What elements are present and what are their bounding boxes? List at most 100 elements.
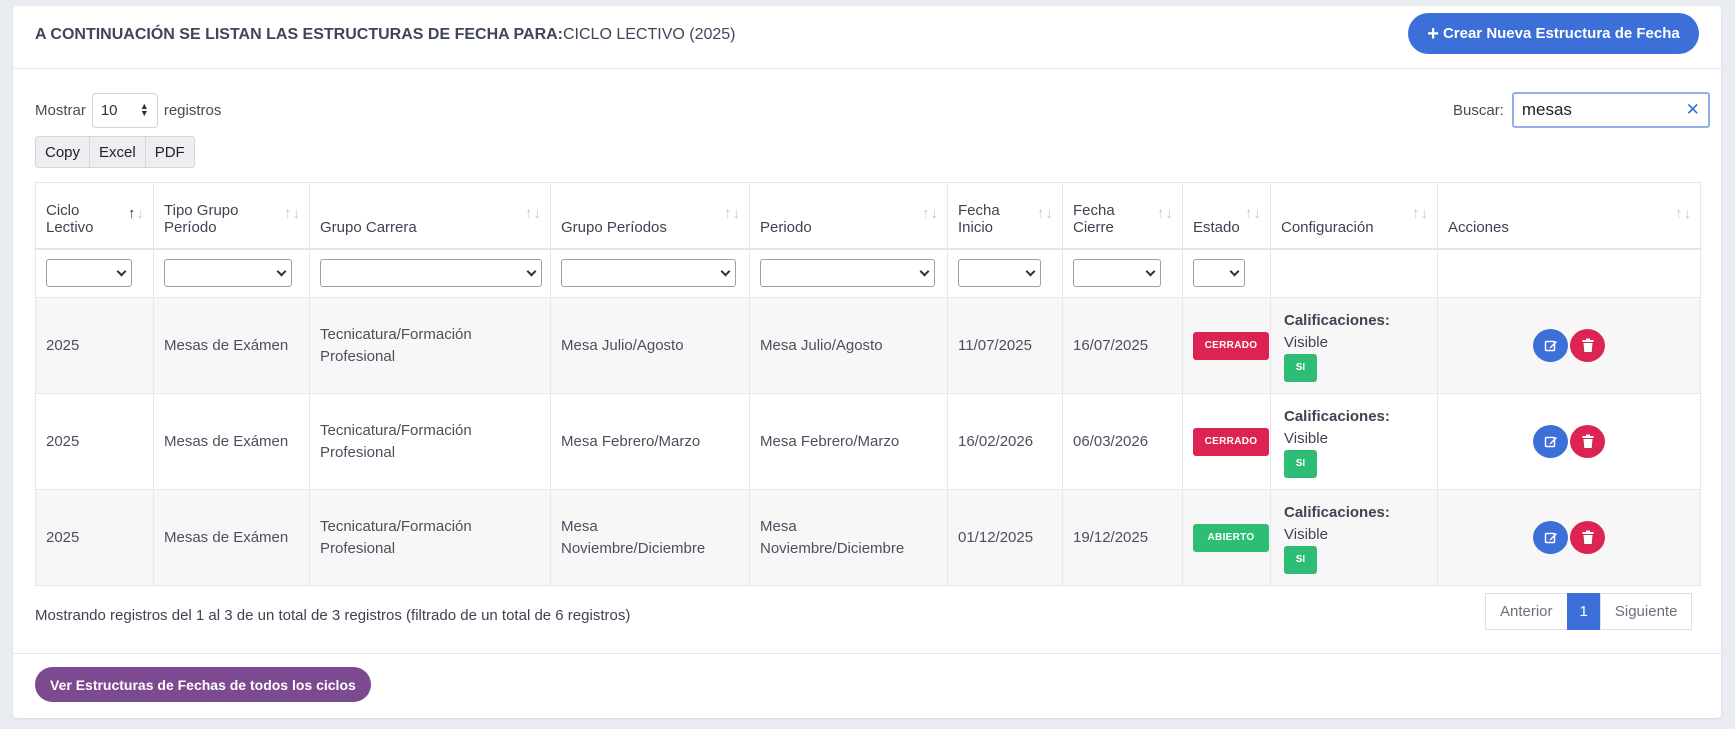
pagination-next[interactable]: Siguiente xyxy=(1599,593,1693,630)
card-footer: Ver Estructuras de Fechas de todos los c… xyxy=(13,653,1721,718)
cell-fecha-cierre: 19/12/2025 xyxy=(1062,489,1183,586)
cell-fecha-inicio: 16/02/2026 xyxy=(947,393,1063,490)
column-label: Ciclo Lectivo xyxy=(46,201,94,236)
col-configuracion[interactable]: Configuración ↑↓ xyxy=(1270,182,1438,250)
col-grupo-carrera[interactable]: Grupo Carrera ↑↓ xyxy=(309,182,551,250)
filter-cierre-select[interactable] xyxy=(1073,259,1161,288)
pagination-page-1[interactable]: 1 xyxy=(1566,593,1601,630)
sort-icon: ↑↓ xyxy=(284,205,301,222)
chevron-down-icon xyxy=(276,266,287,277)
filter-carrera-select[interactable] xyxy=(320,259,542,288)
excel-button[interactable]: Excel xyxy=(89,136,146,168)
search-input[interactable]: mesas ✕ xyxy=(1511,92,1710,128)
config-sub: Visible xyxy=(1284,525,1328,543)
chevron-down-icon xyxy=(1025,266,1036,277)
chevron-down-icon xyxy=(116,266,127,277)
updown-icon: ▲ ▼ xyxy=(139,101,149,118)
row-actions xyxy=(1448,521,1690,554)
structures-card: A CONTINUACIÓN SE LISTAN LAS ESTRUCTURAS… xyxy=(13,6,1721,718)
search-value: mesas xyxy=(1521,100,1572,119)
cell-configuracion: Calificaciones: Visible SI xyxy=(1270,297,1438,394)
cell-tipo: Mesas de Exámen xyxy=(153,393,310,490)
plus-icon: + xyxy=(1427,22,1439,45)
delete-button[interactable] xyxy=(1570,425,1605,458)
filter-cell xyxy=(749,248,948,298)
filter-grupo-periodos-select[interactable] xyxy=(561,259,736,288)
filter-cell xyxy=(1437,248,1701,298)
col-tipo-grupo-periodo[interactable]: Tipo Grupo Período ↑↓ xyxy=(153,182,310,250)
cell-carrera: Tecnicatura/Formación Profesional xyxy=(309,393,551,490)
page-length-control: Mostrar 10 ▲ ▼ registros xyxy=(35,92,221,128)
table-row: 2025 Mesas de Exámen Tecnicatura/Formación… xyxy=(35,489,1701,586)
status-badge: CERRADO xyxy=(1193,427,1269,456)
filter-periodo-select[interactable] xyxy=(760,259,935,288)
delete-button[interactable] xyxy=(1570,329,1605,362)
config-badge: SI xyxy=(1284,449,1317,478)
cell-fecha-inicio: 01/12/2025 xyxy=(947,489,1063,586)
col-periodo[interactable]: Periodo ↑↓ xyxy=(749,182,948,250)
col-fecha-cierre[interactable]: Fecha Cierre ↑↓ xyxy=(1062,182,1183,250)
sort-icon: ↑↓ xyxy=(128,205,145,222)
pagination: Anterior 1 Siguiente xyxy=(1485,593,1693,630)
sort-icon: ↑↓ xyxy=(1412,205,1429,222)
filter-row xyxy=(35,248,1701,298)
config-title: Calificaciones: xyxy=(1284,503,1390,521)
all-cycles-button[interactable]: Ver Estructuras de Fechas de todos los c… xyxy=(35,667,371,702)
column-label: Grupo Períodos xyxy=(561,218,667,236)
col-grupo-periodos[interactable]: Grupo Períodos ↑↓ xyxy=(550,182,750,250)
config-title: Calificaciones: xyxy=(1284,311,1390,329)
pdf-button[interactable]: PDF xyxy=(144,136,195,168)
column-label: Grupo Carrera xyxy=(320,218,417,236)
edit-button[interactable] xyxy=(1533,329,1568,362)
cell-periodo: Mesa Febrero/Marzo xyxy=(749,393,948,490)
filter-cell xyxy=(550,248,750,298)
page-title-value: CICLO LECTIVO (2025) xyxy=(563,26,736,43)
trash-icon xyxy=(1582,530,1593,544)
cell-tipo: Mesas de Exámen xyxy=(153,297,310,394)
cell-grupo-periodos: Mesa Julio/Agosto xyxy=(550,297,750,394)
column-label: Periodo xyxy=(760,218,812,236)
filter-estado-select[interactable] xyxy=(1193,259,1245,288)
filter-cell xyxy=(35,248,154,298)
copy-button[interactable]: Copy xyxy=(35,136,91,168)
col-acciones[interactable]: Acciones ↑↓ xyxy=(1437,182,1701,250)
col-fecha-inicio[interactable]: Fecha Inicio ↑↓ xyxy=(947,182,1063,250)
filter-tipo-select[interactable] xyxy=(164,259,292,288)
chevron-down-icon xyxy=(526,266,537,277)
edit-icon xyxy=(1544,532,1557,543)
pagination-prev[interactable]: Anterior xyxy=(1485,593,1568,630)
filter-cell xyxy=(309,248,551,298)
filter-cell xyxy=(1062,248,1183,298)
filter-cell xyxy=(1270,248,1438,298)
edit-button[interactable] xyxy=(1533,521,1568,554)
create-structure-label: Crear Nueva Estructura de Fecha xyxy=(1442,25,1680,42)
col-ciclo-lectivo[interactable]: Ciclo Lectivo ↑↓ xyxy=(35,182,154,250)
col-estado[interactable]: Estado ↑↓ xyxy=(1182,182,1271,250)
cell-ciclo: 2025 xyxy=(35,297,154,394)
cell-carrera: Tecnicatura/Formación Profesional xyxy=(309,489,551,586)
cell-ciclo: 2025 xyxy=(35,393,154,490)
row-actions xyxy=(1448,329,1690,362)
create-structure-button[interactable]: + Crear Nueva Estructura de Fecha xyxy=(1408,13,1699,54)
cell-fecha-cierre: 16/07/2025 xyxy=(1062,297,1183,394)
filter-cell xyxy=(947,248,1063,298)
column-label: Estado xyxy=(1193,218,1240,236)
cell-configuracion: Calificaciones: Visible SI xyxy=(1270,393,1438,490)
column-label: Configuración xyxy=(1281,218,1374,236)
status-badge: CERRADO xyxy=(1193,331,1269,360)
filter-ciclo-select[interactable] xyxy=(46,259,132,288)
cell-grupo-periodos: Mesa Noviembre/Diciembre xyxy=(550,489,750,586)
column-label: Acciones xyxy=(1448,218,1509,236)
cell-grupo-periodos: Mesa Febrero/Marzo xyxy=(550,393,750,490)
filter-inicio-select[interactable] xyxy=(958,259,1041,288)
cell-carrera: Tecnicatura/Formación Profesional xyxy=(309,297,551,394)
edit-button[interactable] xyxy=(1533,425,1568,458)
column-label: Fecha Cierre xyxy=(1073,201,1115,236)
cell-fecha-inicio: 11/07/2025 xyxy=(947,297,1063,394)
page-length-select[interactable]: 10 ▲ ▼ xyxy=(91,92,158,128)
card-header: A CONTINUACIÓN SE LISTAN LAS ESTRUCTURAS… xyxy=(13,6,1721,69)
delete-button[interactable] xyxy=(1570,521,1605,554)
table-body: 2025 Mesas de Exámen Tecnicatura/Formación… xyxy=(35,297,1701,586)
close-icon[interactable]: ✕ xyxy=(1686,100,1700,120)
sort-icon: ↑↓ xyxy=(1245,205,1262,222)
